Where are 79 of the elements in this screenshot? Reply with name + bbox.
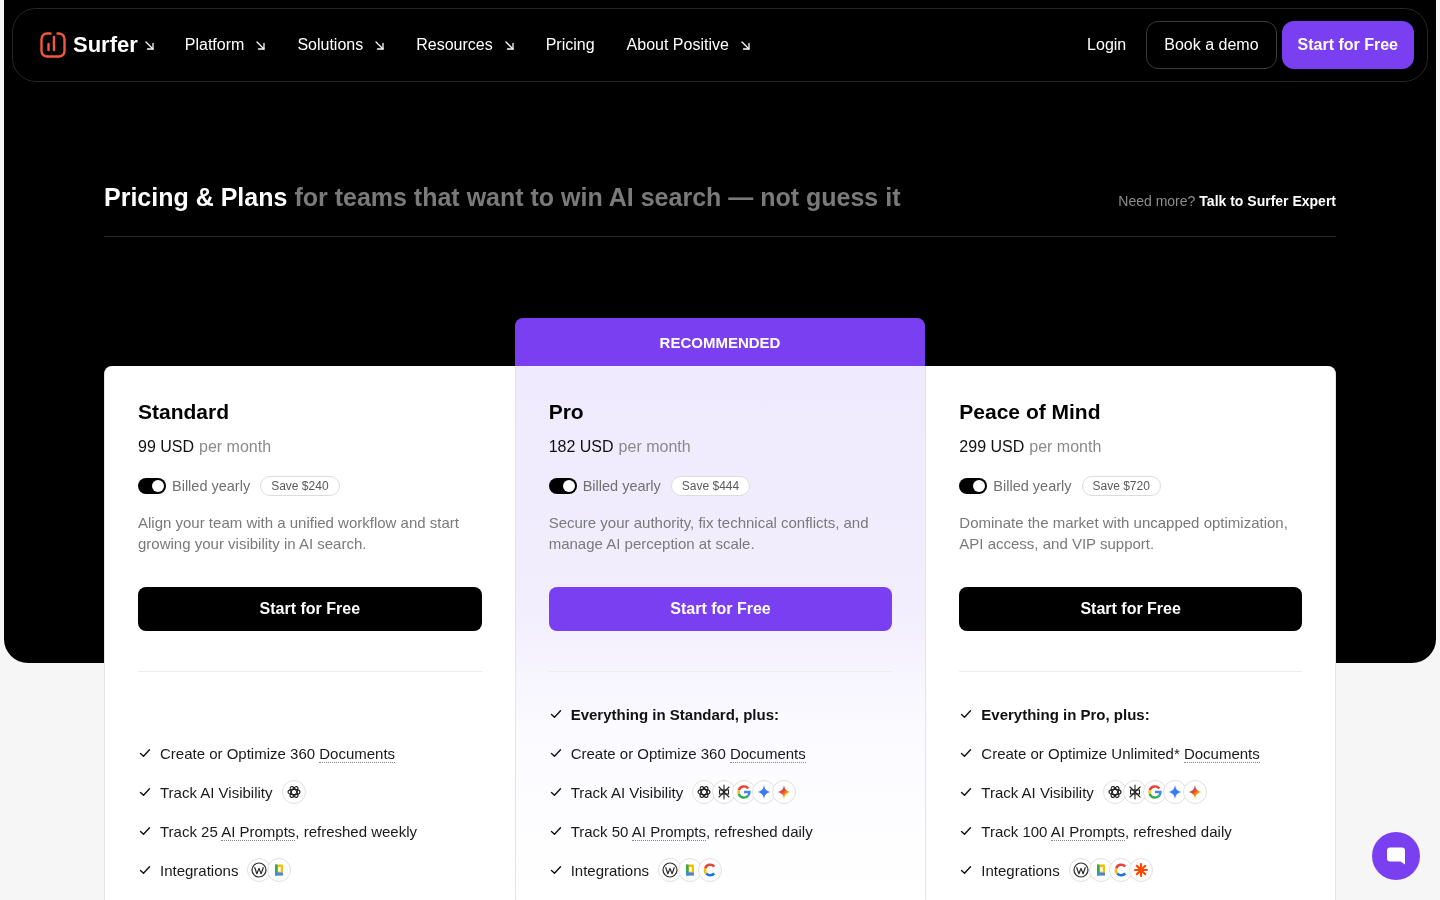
nav-link[interactable]: About Positive [626, 36, 750, 54]
feature-text: Integrations [570, 861, 650, 879]
feature-text: Everything in Standard, plus: [570, 705, 779, 723]
savings-badge: Save $720 [1081, 476, 1161, 496]
chat-button[interactable] [1372, 832, 1420, 880]
check-icon [139, 747, 151, 759]
price-amount: 99 USD [138, 437, 195, 457]
logo-link[interactable]: Surfer [40, 32, 154, 58]
check-icon [549, 747, 562, 759]
plan-name: Pro [548, 399, 585, 425]
nav-link[interactable]: Platform [184, 36, 266, 54]
check-icon [960, 786, 973, 798]
feature-text: Track AI Visibility [981, 783, 1094, 801]
start-button[interactable]: Start for Free [959, 587, 1302, 631]
recommended-banner: RECOMMENDED [514, 318, 926, 366]
rosette-icon [281, 780, 306, 804]
feature-text: Track 25 AI Prompts, refreshed weekly [160, 822, 418, 840]
start-button[interactable]: Start for Free [548, 587, 893, 631]
plan-description: Align your team with a unified workflow and start growing your visibility in AI search. [138, 513, 460, 554]
check-icon [139, 864, 151, 876]
start-button[interactable]: Start for Free [138, 587, 482, 631]
start-button[interactable]: Start for Free [1281, 21, 1414, 69]
tooltip-link[interactable]: AI Prompts [631, 822, 706, 841]
feature-text: Track 100 AI Prompts, refreshed daily [981, 822, 1232, 840]
check-icon [960, 708, 973, 720]
page-title: Pricing & Plans [104, 182, 288, 213]
toggle-label: Billed yearly [582, 478, 661, 494]
page-tagline: for teams that want to win AI search — not guess it [294, 182, 901, 213]
feature-text: Create or Optimize 360 Documents [160, 744, 396, 762]
toggle-label: Billed yearly [993, 478, 1072, 494]
toggle-switch[interactable] [959, 478, 988, 494]
demo-button[interactable]: Book a demo [1146, 21, 1277, 69]
toggle-switch[interactable] [548, 478, 577, 494]
feature-text: Track AI Visibility [570, 783, 684, 801]
tooltip-link[interactable]: AI Prompts [1050, 822, 1125, 841]
plan-name: Standard [138, 399, 230, 425]
price-amount: 299 USD [959, 437, 1025, 457]
feature-text: Everything in Pro, plus: [981, 705, 1150, 723]
nav-link[interactable]: Pricing [545, 36, 595, 54]
feature-text: Create or Optimize Unlimited* Documents [981, 744, 1260, 762]
sparkle-icon [772, 780, 797, 804]
document-icon [267, 858, 292, 882]
toggle-switch[interactable] [138, 478, 166, 494]
nav-link[interactable]: Resources [416, 36, 514, 54]
feature-text: Track 50 AI Prompts, refreshed daily [570, 822, 813, 840]
price-period: per month [618, 437, 691, 457]
tooltip-link[interactable]: Documents [319, 744, 396, 763]
toggle-label: Billed yearly [172, 478, 251, 494]
expert-link[interactable]: Talk to Surfer Expert [1199, 193, 1336, 209]
savings-badge: Save $240 [260, 476, 340, 496]
logo-icon [40, 32, 66, 58]
price-period: per month [199, 437, 272, 457]
feature-text: Create or Optimize 360 Documents [570, 744, 806, 762]
sparkle-icon [1182, 780, 1207, 804]
check-icon [960, 747, 973, 759]
savings-badge: Save $444 [670, 476, 751, 496]
feature-text: Integrations [160, 861, 239, 879]
login-link[interactable]: Login [1087, 32, 1127, 58]
plan-name: Peace of Mind [959, 399, 1102, 425]
check-icon [139, 825, 151, 837]
price-period: per month [1029, 437, 1102, 457]
check-icon [139, 786, 151, 798]
check-icon [549, 786, 562, 798]
check-icon [549, 708, 562, 720]
nav-link[interactable]: Solutions [297, 36, 385, 54]
feature-text: Track AI Visibility [160, 783, 273, 801]
check-icon [960, 825, 973, 837]
c-logo-icon [698, 858, 723, 882]
check-icon [549, 825, 562, 837]
price-amount: 182 USD [548, 437, 614, 457]
plan-description: Secure your authority, fix technical conflicts, and manage AI perception at scale. [548, 513, 870, 554]
check-icon [960, 864, 973, 876]
tooltip-link[interactable]: Documents [1183, 744, 1260, 763]
tooltip-link[interactable]: Documents [729, 744, 806, 763]
plan-description: Dominate the market with uncapped optimization, API access, and VIP support. [959, 513, 1289, 554]
check-icon [549, 864, 562, 876]
asterisk-icon [1128, 858, 1153, 882]
feature-text: Integrations [981, 861, 1060, 879]
help-text: Need more? [1118, 193, 1196, 209]
